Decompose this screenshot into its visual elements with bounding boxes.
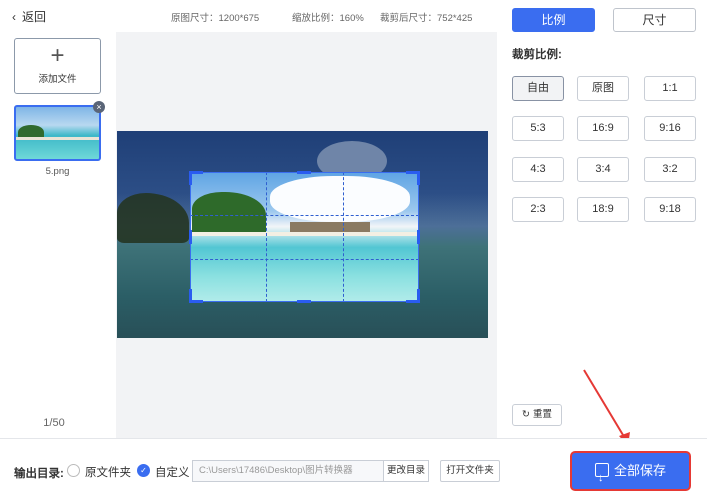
- ratio-option[interactable]: 原图: [577, 76, 629, 101]
- ratio-option[interactable]: 4:3: [512, 157, 564, 182]
- tab-ratio[interactable]: 比例: [512, 8, 595, 32]
- source-image: [117, 131, 488, 338]
- crop-handle-right[interactable]: [417, 230, 420, 244]
- ratio-option[interactable]: 5:3: [512, 116, 564, 141]
- tab-size[interactable]: 尺寸: [613, 8, 696, 32]
- output-dir-label: 输出目录:: [14, 468, 64, 480]
- plus-icon: +: [50, 42, 65, 69]
- download-icon: [594, 460, 609, 496]
- crop-canvas: [116, 32, 497, 438]
- radio-original-folder[interactable]: [67, 464, 80, 477]
- add-file-button[interactable]: + 添加文件: [14, 38, 101, 94]
- open-folder-button[interactable]: 打开文件夹: [440, 460, 500, 482]
- thumbnail-beach: [16, 137, 99, 140]
- save-all-label: 全部保存: [613, 463, 666, 478]
- crop-handle-bottom[interactable]: [297, 300, 311, 303]
- back-label: 返回: [22, 10, 47, 24]
- crop-frame: [190, 172, 419, 302]
- change-dir-button[interactable]: 更改目录: [383, 460, 429, 482]
- ratio-option[interactable]: 自由: [512, 76, 564, 101]
- ratio-option[interactable]: 16:9: [577, 116, 629, 141]
- file-list-panel: + 添加文件 × 5.png 1/50: [0, 32, 116, 438]
- ratio-option[interactable]: 2:3: [512, 197, 564, 222]
- reset-label: 重置: [532, 409, 552, 420]
- back-button[interactable]: ‹ 返回: [12, 8, 46, 25]
- crop-handle-bottom-right[interactable]: [406, 289, 420, 303]
- add-file-label: 添加文件: [38, 74, 77, 85]
- ratio-option[interactable]: 3:4: [577, 157, 629, 182]
- crop-handle-bottom-left[interactable]: [189, 289, 203, 303]
- ratio-title: 裁剪比例:: [512, 49, 562, 61]
- crop-handle-top-left[interactable]: [189, 171, 203, 185]
- radio-custom-folder[interactable]: ✓: [137, 464, 150, 477]
- image-island-dimmed: [117, 193, 189, 243]
- custom-folder-label: 自定义: [155, 467, 190, 479]
- crop-handle-top[interactable]: [297, 171, 311, 174]
- ratio-option[interactable]: 9:16: [644, 116, 696, 141]
- reset-button[interactable]: ↻ 重置: [512, 404, 562, 426]
- ratio-option[interactable]: 18:9: [577, 197, 629, 222]
- refresh-icon: ↻: [522, 409, 530, 420]
- bottom-bar: 输出目录: 原文件夹 ✓ 自定义 C:\Users\17486\Desktop\…: [0, 438, 707, 500]
- remove-file-icon[interactable]: ×: [93, 101, 105, 113]
- original-size-text: 原图尺寸：1200*675: [171, 13, 260, 24]
- save-all-button[interactable]: 全部保存: [572, 453, 689, 496]
- thumbnail-filename: 5.png: [45, 166, 70, 177]
- crop-size-text: 裁剪后尺寸：752*425: [380, 13, 473, 24]
- ratio-option[interactable]: 9:18: [644, 197, 696, 222]
- file-thumbnail[interactable]: [14, 105, 101, 161]
- crop-handle-left[interactable]: [189, 230, 192, 244]
- page-counter: 1/50: [43, 417, 65, 429]
- zoom-text: 缩放比例：160%: [292, 13, 364, 24]
- output-path-field[interactable]: C:\Users\17486\Desktop\图片转换器: [192, 460, 383, 482]
- original-folder-label: 原文件夹: [85, 467, 131, 479]
- ratio-option[interactable]: 3:2: [644, 157, 696, 182]
- top-bar: ‹ 返回 原图尺寸：1200*675 缩放比例：160% 裁剪后尺寸：752*42…: [0, 0, 497, 32]
- chevron-left-icon: ‹: [12, 10, 16, 24]
- ratio-option[interactable]: 1:1: [644, 76, 696, 101]
- crop-handle-top-right[interactable]: [406, 171, 420, 185]
